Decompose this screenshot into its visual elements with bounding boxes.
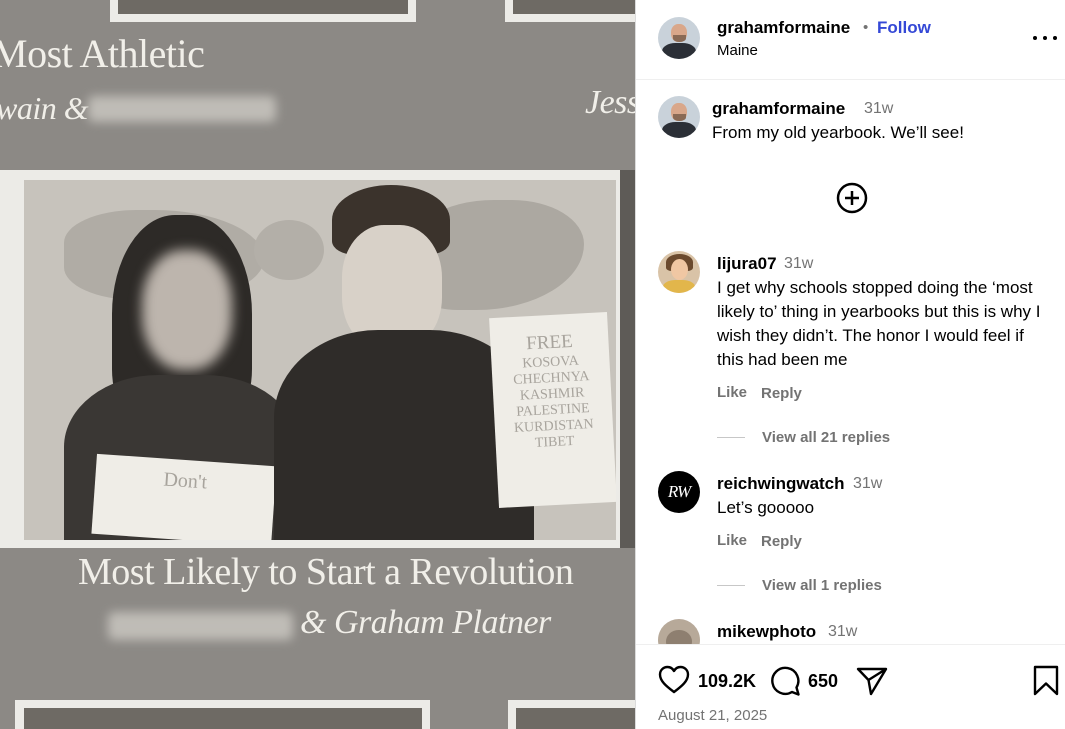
blurred-name-main [108,612,293,640]
yearbook-caption-top: Most Athletic [0,31,205,76]
add-comment-icon[interactable] [836,182,868,214]
separator-dot: • [863,19,869,36]
post-image[interactable]: Most Athletic wain & Jess Don't FREE KOS… [0,0,635,729]
caption-text: From my old yearbook. We’ll see! [712,123,964,142]
like-comment-button[interactable]: Like [717,384,747,401]
bookmark-icon[interactable] [1033,665,1059,697]
comment-username[interactable]: lijura07 [717,254,777,274]
author-username[interactable]: grahamformaine [717,18,850,38]
comments-count[interactable]: 650 [808,671,838,692]
heart-icon[interactable] [658,665,690,695]
reply-button[interactable]: Reply [761,385,802,402]
reply-button[interactable]: Reply [761,533,802,550]
yearbook-names-top: wain & [0,90,89,126]
caption-username[interactable]: grahamformaine [712,99,845,119]
comment-username[interactable]: mikewphoto [717,622,816,642]
person-left-sign: Don't [91,453,277,540]
replies-divider [717,437,745,438]
post-location[interactable]: Maine [717,42,758,59]
main-photo: Don't FREE KOSOVA CHECHNYA KASHMIR PALES… [24,180,616,540]
person-left-face [142,250,232,370]
comment-time[interactable]: 31w [828,623,857,641]
likes-count[interactable]: 109.2K [698,671,756,692]
side-photo-frame [620,170,635,548]
comments-section[interactable]: grahamformaine 31w From my old yearbook.… [636,80,1065,644]
comment-avatar[interactable]: RW [658,471,700,513]
comment-icon[interactable] [769,665,801,697]
post-side-panel: grahamformaine • Follow Maine grahamform… [635,0,1065,729]
like-comment-button[interactable]: Like [717,532,747,549]
caption-avatar[interactable] [658,96,700,138]
more-options-icon[interactable] [1033,28,1057,48]
comment-time[interactable]: 31w [784,255,813,273]
yearbook-names-top-right: Jess [585,84,635,121]
yearbook-caption-main: Most Likely to Start a Revolution [78,551,574,593]
author-avatar[interactable] [658,17,700,59]
replies-divider [717,585,745,586]
send-icon[interactable] [856,666,888,696]
protest-sign: FREE KOSOVA CHECHNYA KASHMIR PALESTINE K… [489,312,616,508]
follow-button[interactable]: Follow [877,18,931,38]
comment-text: Let’s gooooo [717,498,815,517]
post-header: grahamformaine • Follow Maine [636,0,1065,80]
post-actions-bar: 109.2K 650 August 21, 2025 [636,644,1065,729]
comment-time[interactable]: 31w [853,475,882,493]
view-replies-button[interactable]: View all 1 replies [762,577,882,594]
comment-text: I get why schools stopped doing the ‘mos… [717,278,1041,369]
comment-avatar[interactable] [658,619,700,644]
blurred-name-top [88,96,276,122]
post-date[interactable]: August 21, 2025 [658,707,767,724]
comment-avatar[interactable] [658,251,700,293]
caption-time[interactable]: 31w [864,100,893,118]
yearbook-names-main: & Graham Platner [300,604,551,641]
view-replies-button[interactable]: View all 21 replies [762,429,890,446]
comment-username[interactable]: reichwingwatch [717,474,845,494]
